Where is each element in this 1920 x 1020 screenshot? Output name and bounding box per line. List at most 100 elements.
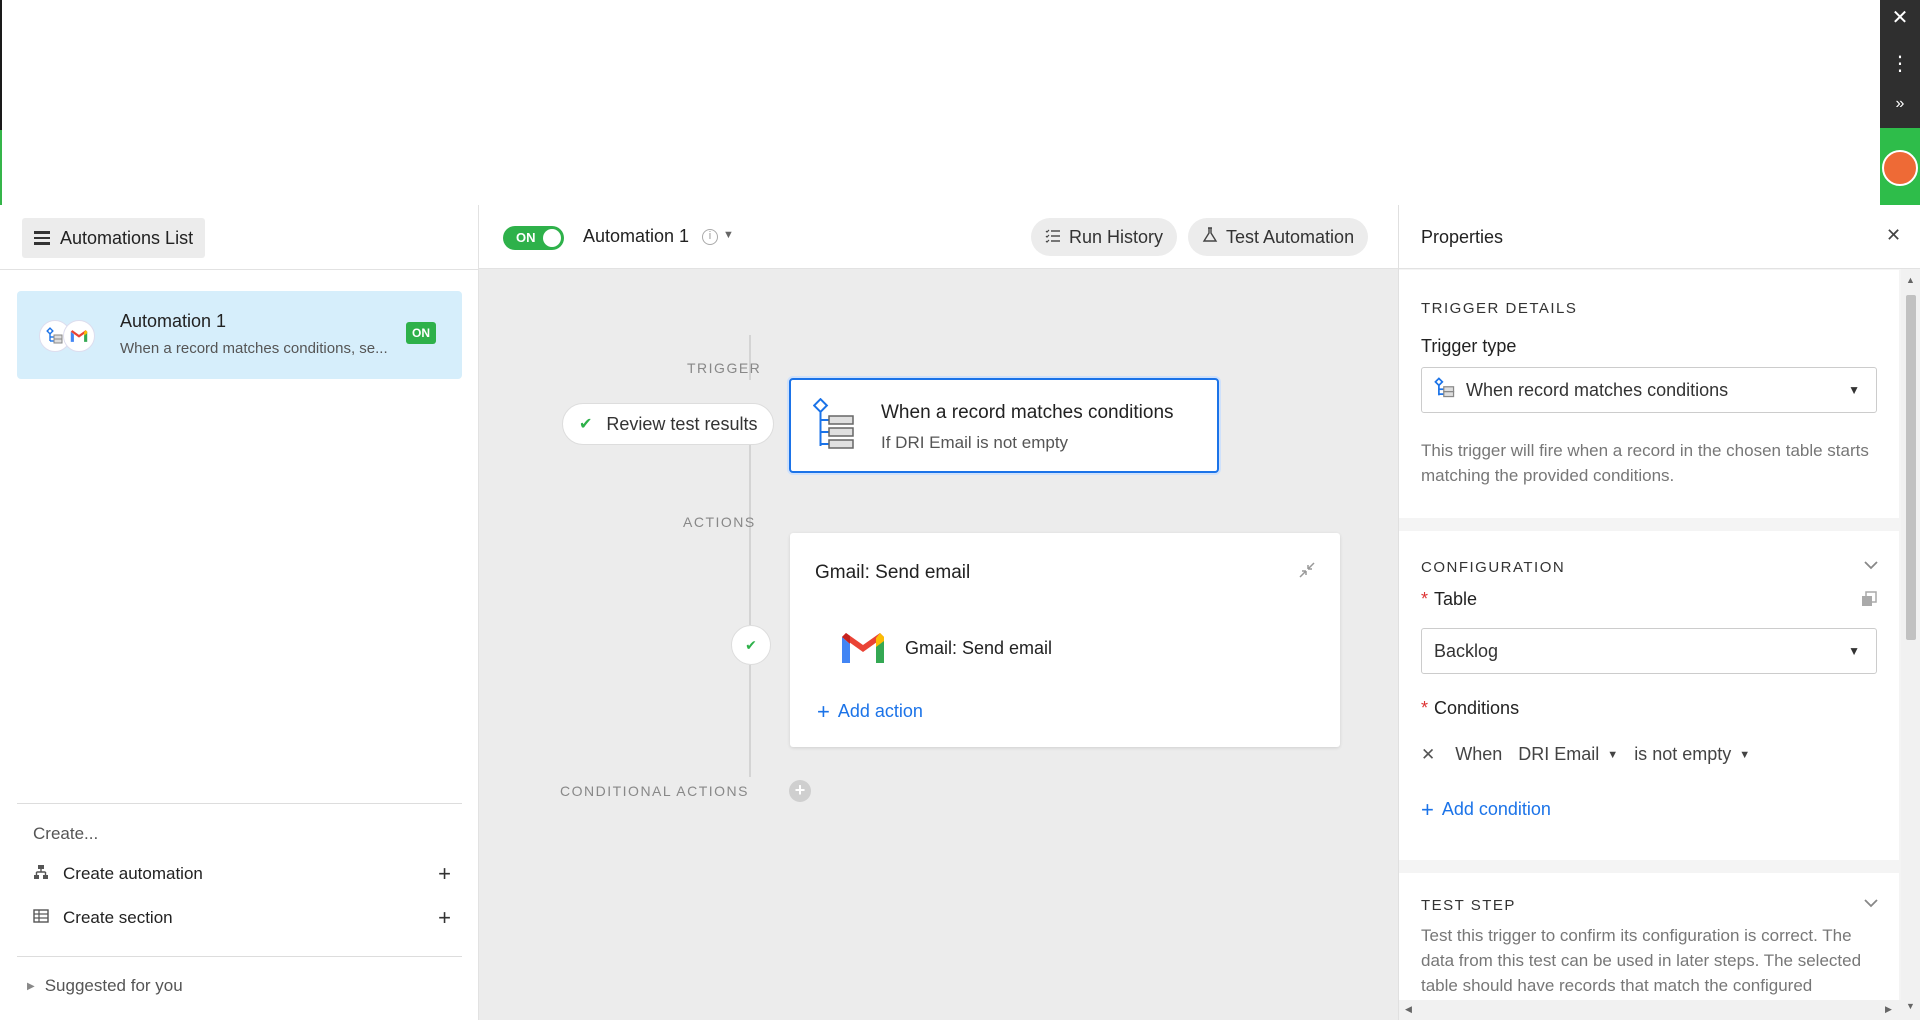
caret-right-icon: ▶ xyxy=(27,980,35,992)
automation-title: Automation 1 xyxy=(120,311,227,331)
test-automation-label: Test Automation xyxy=(1226,226,1355,247)
configuration-title: CONFIGURATION xyxy=(1421,559,1566,576)
collapse-icon[interactable] xyxy=(1298,561,1316,584)
create-section-button[interactable]: Create section + xyxy=(33,905,451,931)
side-rail: ✕ ⋮ » xyxy=(1880,0,1920,205)
action-step-label[interactable]: Gmail: Send email xyxy=(905,638,1052,659)
plus-icon: + xyxy=(817,698,830,724)
automations-list-label: Automations List xyxy=(60,227,194,248)
table-label: * Table xyxy=(1421,589,1478,609)
plus-icon[interactable]: + xyxy=(438,905,451,931)
avatar[interactable] xyxy=(1882,150,1918,186)
table-value: Backlog xyxy=(1434,640,1499,661)
trigger-type-value: When record matches conditions xyxy=(1466,379,1729,400)
plus-icon: + xyxy=(1421,796,1434,822)
review-test-results-button[interactable]: ✔ Review test results xyxy=(562,403,775,445)
horizontal-scrollbar[interactable]: ◀ ▶ xyxy=(1399,1000,1901,1020)
trigger-help-text: This trigger will fire when a record in … xyxy=(1421,441,1869,485)
trigger-details-section: TRIGGER DETAILS Trigger type When record… xyxy=(1399,270,1899,518)
dropdown-arrow-icon: ▼ xyxy=(1848,644,1860,658)
condition-field-select[interactable]: DRI Email ▼ xyxy=(1518,744,1618,765)
add-conditional-action-button[interactable]: + xyxy=(789,780,811,802)
automation-name[interactable]: Automation 1 xyxy=(583,226,689,247)
plus-icon[interactable]: + xyxy=(438,861,451,887)
run-history-button[interactable]: Run History xyxy=(1031,218,1178,256)
copy-icon[interactable] xyxy=(1861,591,1877,612)
toggle-label: ON xyxy=(516,230,536,245)
trigger-card[interactable]: When a record matches conditions If DRI … xyxy=(789,378,1219,473)
add-condition-button[interactable]: + Add condition xyxy=(1421,796,1551,822)
trigger-card-title: When a record matches conditions xyxy=(881,402,1174,423)
vertical-scrollbar[interactable]: ▲ ▼ xyxy=(1901,269,1920,1020)
automation-header: ON Automation 1 i ▼ Run History Test Aut… xyxy=(479,205,1398,269)
properties-panel: Properties ✕ TRIGGER DETAILS Trigger typ… xyxy=(1398,205,1920,1020)
dropdown-arrow-icon: ▼ xyxy=(1848,383,1860,397)
close-icon[interactable]: ✕ xyxy=(1886,225,1901,246)
add-condition-label: Add condition xyxy=(1441,799,1551,819)
info-icon[interactable]: i xyxy=(702,229,718,245)
chevron-down-icon[interactable] xyxy=(1863,557,1879,573)
status-badge: ON xyxy=(406,322,436,344)
review-test-results-label: Review test results xyxy=(606,413,758,434)
more-menu-icon[interactable]: ⋮ xyxy=(1880,46,1920,82)
list-icon xyxy=(1045,227,1061,248)
automation-canvas: ON Automation 1 i ▼ Run History Test Aut… xyxy=(479,205,1398,1020)
condition-operator-select[interactable]: is not empty ▼ xyxy=(1634,744,1750,765)
test-step-help-text: Test this trigger to confirm its configu… xyxy=(1421,926,1862,995)
create-automation-label: Create automation xyxy=(63,864,203,883)
trigger-icon xyxy=(1434,376,1456,404)
condition-row: ✕ When DRI Email ▼ is not empty ▼ xyxy=(1421,744,1750,765)
automation-description: When a record matches conditions, se... xyxy=(120,340,388,357)
trigger-conditions-icon xyxy=(812,397,859,452)
automations-list-button[interactable]: Automations List xyxy=(22,218,206,258)
flow-connector xyxy=(749,665,751,777)
table-icon xyxy=(33,908,53,928)
trigger-details-title: TRIGGER DETAILS xyxy=(1421,300,1578,317)
properties-title: Properties xyxy=(1421,227,1504,247)
automation-list-item[interactable]: Automation 1 When a record matches condi… xyxy=(17,291,462,379)
remove-condition-icon[interactable]: ✕ xyxy=(1421,745,1435,765)
create-section-label: Create section xyxy=(63,908,173,927)
flow-connector xyxy=(749,540,751,625)
automation-icons xyxy=(39,320,99,352)
actions-label: ACTIONS xyxy=(683,514,756,530)
suggested-toggle[interactable]: ▶ Suggested for you xyxy=(27,976,183,996)
chevron-down-icon[interactable] xyxy=(1863,895,1879,911)
check-icon: ✔ xyxy=(745,636,757,653)
toggle-knob xyxy=(543,229,561,247)
browser-top-area xyxy=(0,0,1920,205)
trigger-card-subtitle: If DRI Email is not empty xyxy=(881,433,1069,452)
chevron-down-icon[interactable]: ▼ xyxy=(723,229,734,241)
trigger-label: TRIGGER xyxy=(687,360,762,376)
properties-header: Properties ✕ xyxy=(1399,205,1920,269)
gmail-icon xyxy=(840,631,886,665)
action-card-title: Gmail: Send email xyxy=(815,562,971,583)
left-edge-strip xyxy=(0,0,2,205)
check-icon: ✔ xyxy=(579,416,593,433)
expand-icon[interactable]: » xyxy=(1880,86,1920,122)
conditional-actions-label: CONDITIONAL ACTIONS xyxy=(560,783,750,799)
test-step-section: TEST STEP Test this trigger to confirm i… xyxy=(1399,873,1899,1000)
action-card[interactable]: Gmail: Send email Gmail: Send email + Ad… xyxy=(790,533,1340,747)
flow-icon xyxy=(33,864,53,885)
configuration-section: CONFIGURATION * Table Backlog ▼ * Conditio… xyxy=(1399,531,1899,860)
create-label: Create... xyxy=(33,824,99,843)
run-history-label: Run History xyxy=(1069,226,1164,247)
conditions-label: * Conditions xyxy=(1421,698,1520,718)
test-automation-button[interactable]: Test Automation xyxy=(1188,218,1369,256)
gmail-icon xyxy=(63,320,95,352)
automations-sidebar: Automations List Automation 1 When a rec… xyxy=(0,205,479,1020)
suggested-label: Suggested for you xyxy=(44,976,183,995)
trigger-type-select[interactable]: When record matches conditions ▼ xyxy=(1421,367,1877,413)
condition-prefix: When xyxy=(1455,744,1503,764)
action-status-check: ✔ xyxy=(731,625,771,665)
flask-icon xyxy=(1202,226,1218,248)
create-automation-button[interactable]: Create automation + xyxy=(33,861,451,887)
scrollbar-thumb[interactable] xyxy=(1906,295,1916,640)
hamburger-icon xyxy=(34,231,50,245)
table-select[interactable]: Backlog ▼ xyxy=(1421,628,1877,674)
add-action-button[interactable]: + Add action xyxy=(817,698,923,724)
add-action-label: Add action xyxy=(837,701,923,721)
automation-toggle[interactable]: ON xyxy=(503,226,564,250)
close-icon[interactable]: ✕ xyxy=(1880,0,1920,36)
